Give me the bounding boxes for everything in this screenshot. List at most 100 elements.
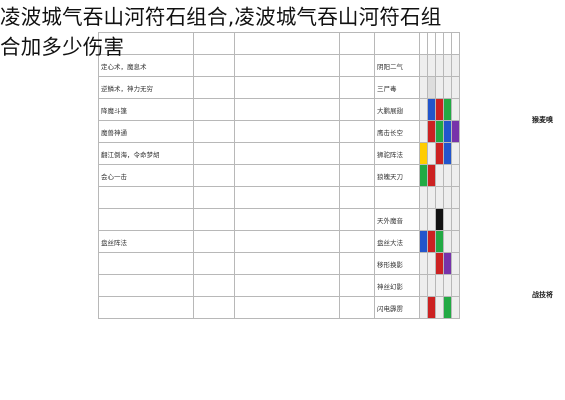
rune-color-cell	[427, 76, 436, 99]
table-cell-a	[98, 252, 194, 275]
rune-color-cell	[419, 186, 428, 209]
rune-color-cell	[435, 164, 444, 187]
rune-color-cell	[427, 208, 436, 231]
rune-color-cell	[435, 76, 444, 99]
rune-color-cell	[419, 98, 428, 121]
rune-color-cell	[443, 120, 452, 143]
rune-color-cell	[451, 76, 460, 99]
table-cell-d	[339, 230, 375, 253]
rune-color-cell	[443, 208, 452, 231]
title-line-1: 凌波城气吞山河符石组合,凌波城气吞山河符石组	[0, 5, 442, 29]
table-cell-e: 三尸毒	[374, 76, 420, 99]
rune-combination-table: 定心术，魔息术 阴阳二气 逆鳞术，神力无穷 三尸毒 降魔斗篷 大鹏展翅 魔兽神通 鹰击长空 翻江…	[98, 32, 460, 319]
table-cell-a: 逆鳞术，神力无穷	[98, 76, 194, 99]
table-cell-c	[234, 120, 340, 143]
rune-color-cell	[419, 252, 428, 275]
table-cell-a	[98, 274, 194, 297]
rune-color-cell	[443, 98, 452, 121]
rune-color-cell	[435, 186, 444, 209]
rune-color-cell	[427, 142, 436, 165]
rune-color-cell	[451, 252, 460, 275]
rune-color-cell	[435, 230, 444, 253]
rune-color-cell	[451, 120, 460, 143]
rune-color-cell	[419, 208, 428, 231]
table-cell-d	[339, 296, 375, 319]
table-cell-b	[193, 164, 235, 187]
table-cell-c	[234, 208, 340, 231]
rune-color-cell	[435, 142, 444, 165]
rune-color-cell	[451, 164, 460, 187]
rune-color-cell	[443, 274, 452, 297]
table-cell-b	[193, 208, 235, 231]
table-row: 降魔斗篷 大鹏展翅	[98, 98, 460, 121]
table-row: 神丝幻影	[98, 274, 460, 297]
table-cell-a	[98, 296, 194, 319]
table-cell-a: 魔兽神通	[98, 120, 194, 143]
table-cell-d	[339, 98, 375, 121]
table-row	[98, 186, 460, 209]
rune-color-cell	[427, 274, 436, 297]
rune-color-cell	[419, 230, 428, 253]
page: 定心术，魔息术 阴阳二气 逆鳞术，神力无穷 三尸毒 降魔斗篷 大鹏展翅 魔兽神通 鹰击长空 翻江…	[0, 0, 565, 400]
table-cell-e: 狮驼阵法	[374, 142, 420, 165]
table-row: 翻江倒海，令命梦胡 狮驼阵法	[98, 142, 460, 165]
rune-color-cell	[419, 296, 428, 319]
rune-color-cell	[427, 120, 436, 143]
table-cell-a: 翻江倒海，令命梦胡	[98, 142, 194, 165]
table-cell-e: 天外魔音	[374, 208, 420, 231]
table-cell-a: 会心一击	[98, 164, 194, 187]
rune-color-cell	[419, 76, 428, 99]
rune-color-cell	[427, 252, 436, 275]
rune-color-cell	[419, 120, 428, 143]
table-cell-e	[374, 186, 420, 209]
table-cell-e: 狼魄天刀	[374, 164, 420, 187]
table-cell-b	[193, 230, 235, 253]
table-cell-b	[193, 186, 235, 209]
table-cell-b	[193, 252, 235, 275]
rune-color-cell	[427, 98, 436, 121]
table-cell-c	[234, 296, 340, 319]
table-cell-d	[339, 164, 375, 187]
rune-color-cell	[443, 142, 452, 165]
table-cell-c	[234, 252, 340, 275]
rune-color-cell	[443, 76, 452, 99]
rune-color-cell	[427, 186, 436, 209]
table-row: 逆鳞术，神力无穷 三尸毒	[98, 76, 460, 99]
rune-color-cell	[451, 186, 460, 209]
rune-color-cell	[443, 164, 452, 187]
rune-color-cell	[451, 296, 460, 319]
rune-color-cell	[427, 296, 436, 319]
rune-color-cell	[451, 274, 460, 297]
table-cell-e: 闪电霹雳	[374, 296, 420, 319]
table-cell-d	[339, 120, 375, 143]
table-cell-e: 鹰击长空	[374, 120, 420, 143]
table-cell-d	[339, 186, 375, 209]
table-cell-e: 神丝幻影	[374, 274, 420, 297]
rune-color-cell	[435, 274, 444, 297]
table-cell-d	[339, 142, 375, 165]
rune-color-cell	[419, 164, 428, 187]
table-cell-d	[339, 252, 375, 275]
table-cell-c	[234, 274, 340, 297]
table-cell-e: 移形换影	[374, 252, 420, 275]
table-row: 移形换影	[98, 252, 460, 275]
rune-color-cell	[427, 230, 436, 253]
table-cell-d	[339, 274, 375, 297]
table-cell-c	[234, 76, 340, 99]
table-cell-b	[193, 296, 235, 319]
table-cell-b	[193, 98, 235, 121]
rune-color-cell	[419, 142, 428, 165]
table-cell-b	[193, 274, 235, 297]
rune-color-cell	[443, 252, 452, 275]
rune-color-cell	[443, 186, 452, 209]
table-cell-d	[339, 208, 375, 231]
table-cell-c	[234, 230, 340, 253]
table-cell-d	[339, 76, 375, 99]
table-cell-a: 降魔斗篷	[98, 98, 194, 121]
rune-color-cell	[435, 252, 444, 275]
table-cell-b	[193, 76, 235, 99]
rune-color-cell	[435, 120, 444, 143]
table-cell-c	[234, 142, 340, 165]
table-row: 会心一击 狼魄天刀	[98, 164, 460, 187]
table-cell-c	[234, 164, 340, 187]
